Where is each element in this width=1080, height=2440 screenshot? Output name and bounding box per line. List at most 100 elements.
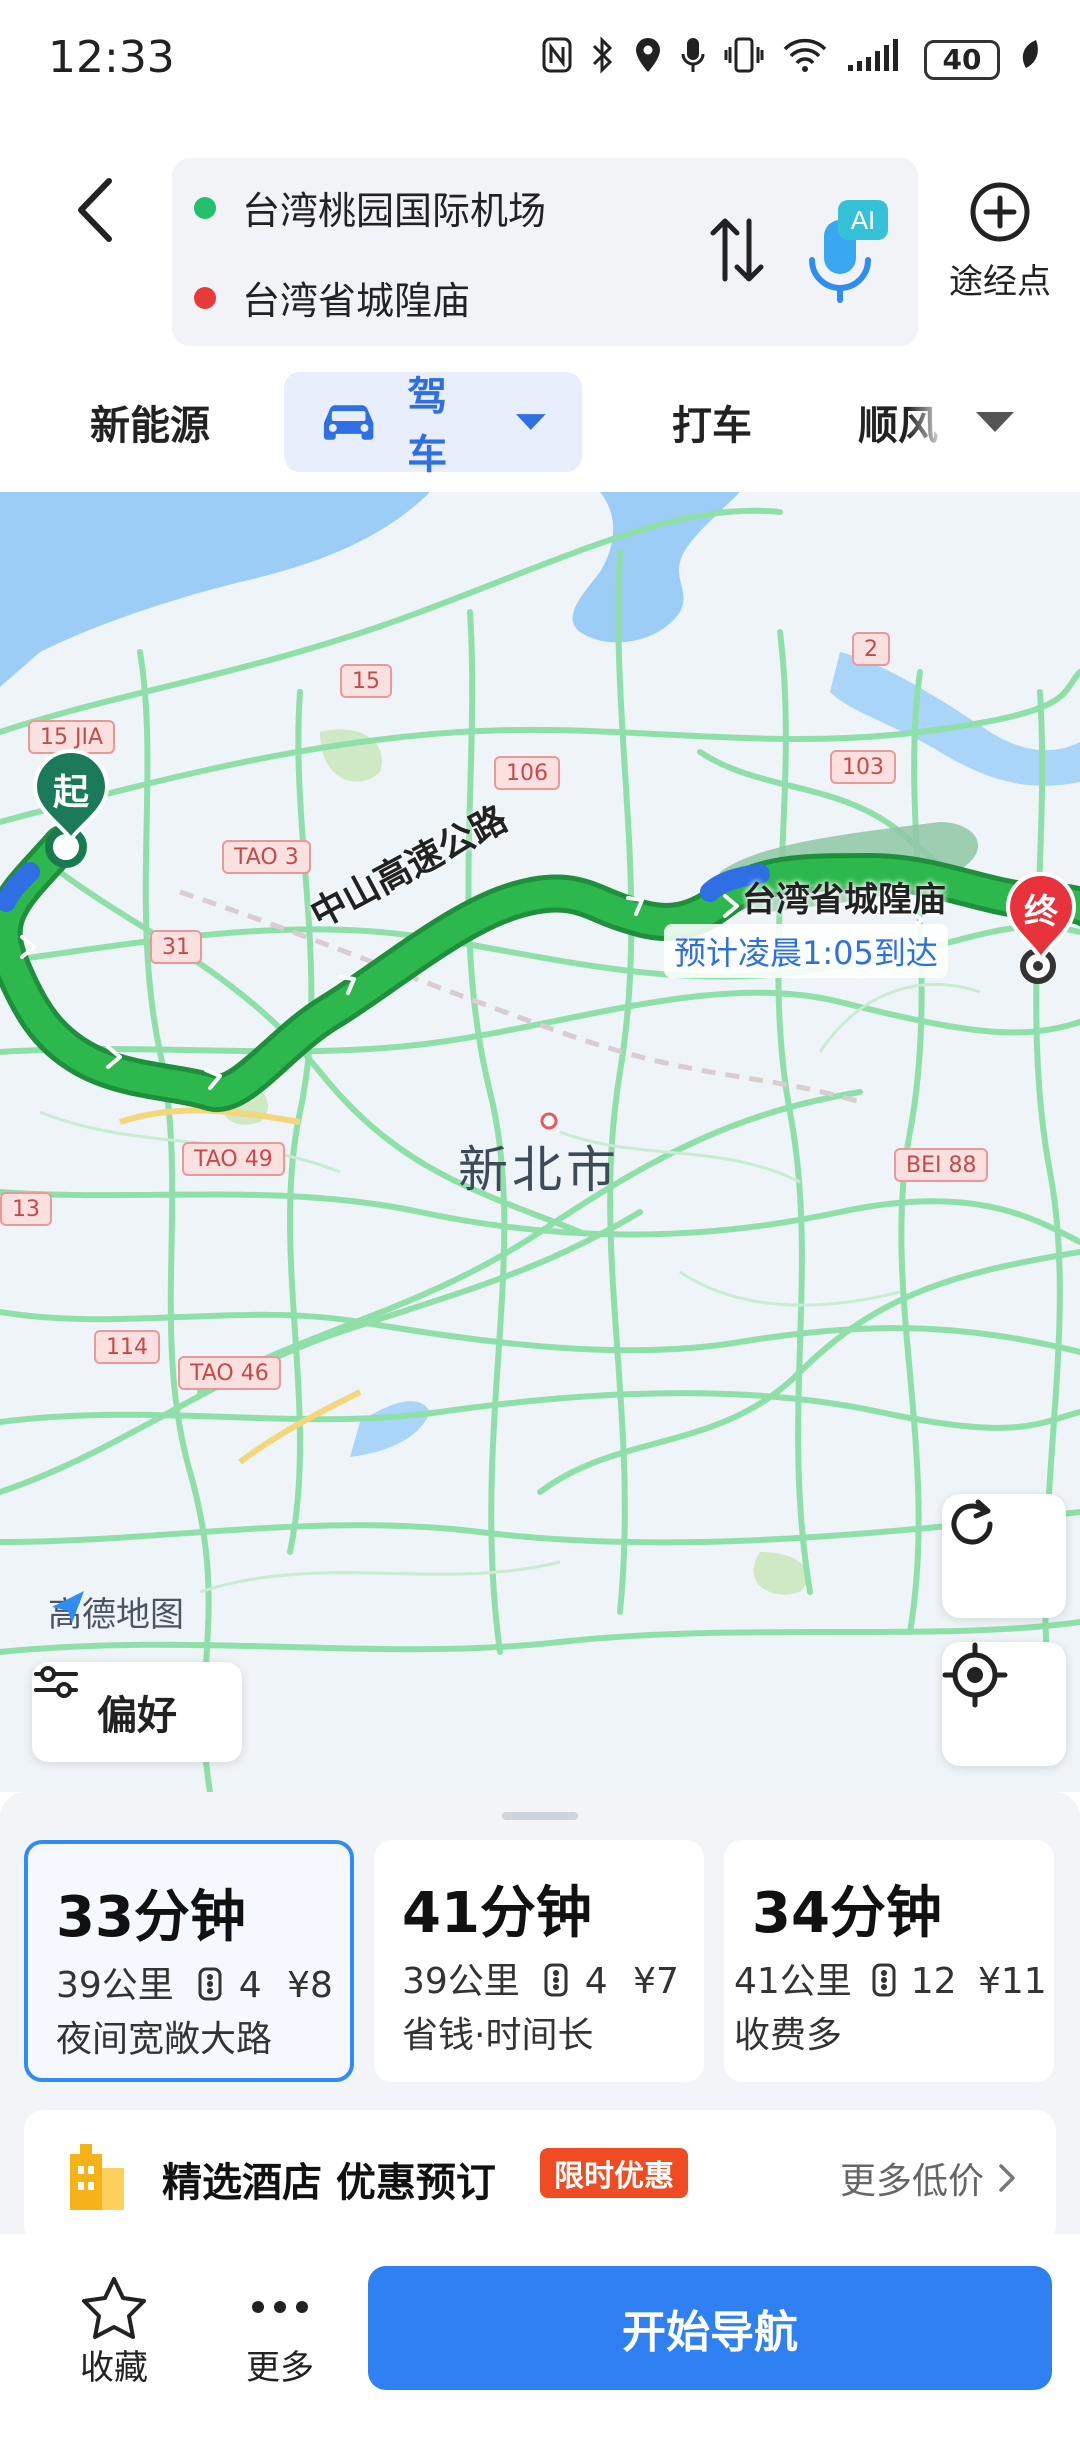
bluetooth-icon: [590, 36, 616, 83]
route-tag: 省钱·时间长: [402, 2015, 594, 2056]
leaf-icon: [1018, 38, 1040, 81]
chevron-left-icon: [78, 178, 112, 242]
road-badge: TAO 46: [178, 1356, 281, 1390]
route-option-1[interactable]: 33分钟 39公里 4 ¥8 夜间宽敞大路: [24, 1840, 354, 2082]
road-badge: 103: [830, 750, 896, 784]
origin-field[interactable]: 台湾桃园国际机场: [194, 180, 546, 235]
route-tag: 夜间宽敞大路: [56, 2019, 273, 2060]
microphone-icon: [680, 36, 706, 83]
status-bar: 12:33 40: [0, 0, 1080, 120]
tab-carpool[interactable]: 顺风: [858, 372, 948, 472]
route-lights: 12: [910, 1961, 957, 2002]
more-dots-icon: [252, 2301, 308, 2313]
start-navigation-button[interactable]: 开始导航: [368, 2266, 1052, 2390]
origin-dot-icon: [194, 196, 216, 219]
refresh-icon: [951, 1499, 993, 1545]
caret-down-icon: [516, 414, 547, 430]
map-brand: 高德地图: [48, 1587, 184, 1636]
map-view[interactable]: 15 JIA 15 106 103 2 TAO 3 31 TAO 49 BEI …: [0, 492, 1080, 1792]
origin-text: 台湾桃园国际机场: [242, 189, 547, 233]
road-badge: 31: [150, 930, 202, 964]
car-icon: [323, 405, 374, 440]
tab-new-energy[interactable]: 新能源: [90, 372, 210, 472]
road-badge: 106: [494, 756, 560, 790]
add-waypoint-button[interactable]: 途经点: [940, 180, 1060, 320]
traffic-light-icon: [198, 1967, 222, 2001]
end-marker-label: 终: [1024, 892, 1058, 932]
route-cost: ¥11: [977, 1961, 1047, 2002]
route-lights: 4: [238, 1965, 262, 2006]
favorite-button[interactable]: 收藏: [54, 2274, 174, 2389]
more-modes-button[interactable]: [972, 402, 1018, 442]
more-button[interactable]: 更多: [220, 2274, 340, 2389]
caret-down-icon: [976, 412, 1014, 432]
route-distance: 39公里: [56, 1965, 174, 2006]
route-distance: 39公里: [402, 1961, 520, 2002]
tab-label: 驾车: [407, 374, 448, 478]
limited-offer-badge: 限时优惠: [540, 2148, 688, 2198]
bottom-action-bar: 收藏 更多 开始导航: [0, 2234, 1080, 2440]
start-marker: 起: [30, 747, 112, 847]
traffic-light-icon: [544, 1963, 568, 1997]
ai-badge-label: AI: [851, 205, 876, 235]
swap-button[interactable]: [702, 210, 772, 290]
route-meta: 41公里 12 ¥11: [734, 1952, 1047, 2004]
plus-circle-icon: [970, 182, 1030, 242]
locate-me-button[interactable]: [942, 1642, 1066, 1766]
sliders-icon: [34, 1666, 78, 1698]
route-duration: 34分钟: [752, 1881, 942, 1946]
destination-map-label: 台湾省城隍庙: [742, 880, 946, 920]
waypoint-label: 途经点: [949, 262, 1051, 302]
star-icon: [82, 2277, 146, 2339]
preference-button[interactable]: 偏好: [32, 1662, 242, 1762]
route-option-2[interactable]: 41分钟 39公里 4 ¥7 省钱·时间长: [374, 1840, 704, 2082]
eta-label: 预计凌晨1:05到达: [664, 924, 948, 978]
start-marker-label: 起: [52, 772, 89, 813]
end-marker: 终: [1004, 870, 1078, 974]
refresh-route-button[interactable]: [942, 1494, 1066, 1618]
vibrate-icon: [724, 36, 764, 83]
more-deals-label: 更多低价: [839, 2161, 984, 2202]
route-tag: 收费多: [734, 2015, 843, 2056]
hotel-promo[interactable]: 精选酒店 优惠预订 限时优惠 更多低价: [24, 2110, 1056, 2244]
tab-driving[interactable]: 驾车: [284, 372, 582, 478]
status-time: 12:33: [48, 32, 175, 83]
hotel-title: 精选酒店 优惠预订: [162, 2160, 496, 2206]
preference-label: 偏好: [97, 1693, 177, 1739]
road-badge: 15: [340, 664, 392, 698]
tab-label: 新能源: [90, 403, 210, 449]
route-lights: 4: [584, 1961, 608, 2002]
traffic-light-icon: [872, 1963, 896, 1997]
destination-dot-icon: [194, 286, 216, 309]
lake: [350, 1401, 430, 1457]
back-button[interactable]: [60, 165, 130, 255]
travel-mode-tabs: 新能源 驾车 打车 顺风: [0, 372, 1080, 478]
route-meta: 39公里 4 ¥7: [402, 1952, 679, 2004]
destination-field[interactable]: 台湾省城隍庙: [194, 270, 470, 325]
route-duration: 41分钟: [402, 1881, 592, 1946]
route-distance: 41公里: [734, 1961, 852, 2002]
more-deals-link[interactable]: 更多低价: [840, 2152, 1016, 2204]
road-badge: BEI 88: [894, 1148, 989, 1182]
road-badge: 114: [94, 1330, 160, 1364]
destination-text: 台湾省城隍庙: [242, 279, 471, 323]
road-badge: 13: [0, 1192, 52, 1226]
road-badge: TAO 3: [222, 840, 311, 874]
route-cost: ¥7: [633, 1961, 679, 2002]
sheet-handle[interactable]: [502, 1812, 578, 1820]
favorite-label: 收藏: [80, 2348, 148, 2388]
hotel-building-icon: [70, 2144, 124, 2210]
route-meta: 39公里 4 ¥8: [56, 1956, 333, 2008]
swap-arrows-icon: [710, 218, 764, 282]
route-option-3[interactable]: 34分钟 41公里 12 ¥11 收费多: [724, 1840, 1054, 2082]
more-label: 更多: [246, 2348, 314, 2388]
navigation-arrow-icon: [52, 1591, 84, 1623]
road-badge: TAO 49: [182, 1142, 285, 1176]
wifi-icon: [782, 37, 828, 82]
tab-label: 顺风: [858, 403, 938, 449]
tab-taxi[interactable]: 打车: [672, 372, 752, 472]
ai-microphone-icon: AI: [809, 200, 888, 303]
ai-voice-button[interactable]: AI: [802, 196, 892, 306]
location-icon: [634, 36, 662, 83]
tab-label: 打车: [672, 403, 752, 449]
